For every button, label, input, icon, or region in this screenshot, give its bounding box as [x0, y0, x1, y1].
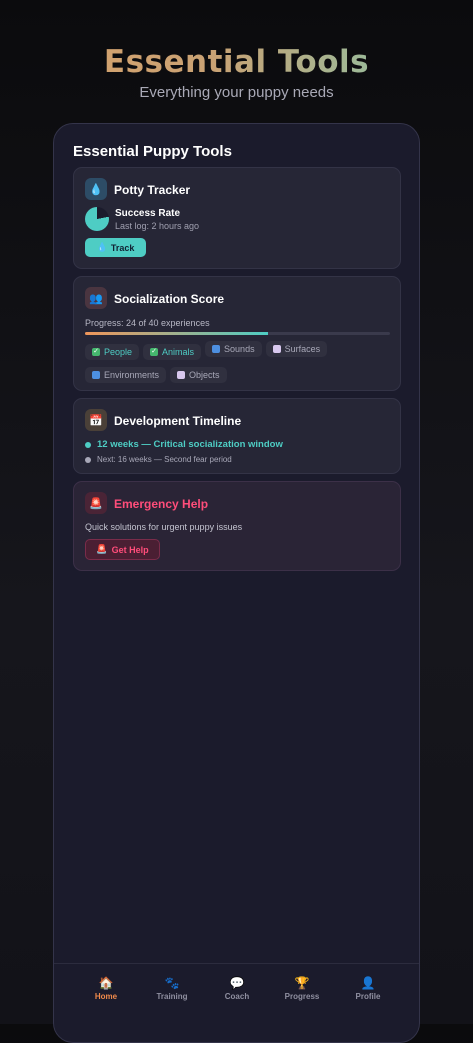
- socialization-progress-bar: [85, 332, 390, 335]
- bottom-nav: 🏠 Home 🐾 Training 💬 Coach 🏆 Progress 👤 Profile: [54, 963, 419, 1023]
- nav-item-progress[interactable]: 🏆 Progress: [272, 976, 332, 1001]
- emergency-help-card: 🚨 Emergency Help Quick solutions for urg…: [73, 481, 401, 571]
- chip-label: Objects: [189, 370, 220, 380]
- nav-label: Home: [94, 992, 118, 1001]
- success-rate-label: Success Rate: [115, 208, 181, 219]
- get-help-button[interactable]: 🚨 Get Help: [85, 539, 160, 560]
- potty-tracker-card: 💧 Potty Tracker Success Rate Last log: 2…: [73, 167, 401, 269]
- timeline-current-text: 12 weeks — Critical socialization window: [97, 439, 283, 450]
- socialization-title: Socialization Score: [114, 292, 225, 306]
- timeline-current-row: 12 weeks — Critical socialization window: [85, 439, 283, 450]
- chat-bubble-icon: 💬: [229, 976, 245, 990]
- get-help-button-label: Get Help: [111, 544, 149, 555]
- development-timeline-card: 📅 Development Timeline 12 weeks — Critic…: [73, 398, 401, 474]
- last-log-text: Last log: 2 hours ago: [115, 221, 200, 231]
- socialization-card: 👥 Socialization Score Progress: 24 of 40…: [73, 276, 401, 391]
- chip-environments[interactable]: Environments: [85, 367, 167, 383]
- chip-label: Environments: [104, 370, 160, 380]
- water-drop-icon: 💧: [96, 242, 108, 252]
- emergency-help-title: Emergency Help: [114, 497, 209, 511]
- experience-chips: ✓ People ✓ Animals Sounds Surfaces Environment…: [85, 340, 395, 389]
- nav-item-coach[interactable]: 💬 Coach: [207, 976, 267, 1001]
- timeline-next-row: Next: 16 weeks — Second fear period: [85, 455, 232, 464]
- home-icon: 🏠: [98, 976, 114, 990]
- nav-item-training[interactable]: 🐾 Training: [142, 976, 202, 1001]
- potty-tracker-title: Potty Tracker: [114, 183, 191, 197]
- timeline-next-text: Next: 16 weeks — Second fear period: [97, 455, 232, 464]
- chip-animals[interactable]: ✓ Animals: [143, 344, 202, 360]
- people-icon: 👥: [85, 287, 107, 309]
- nav-label: Profile: [355, 992, 381, 1001]
- chip-label: Sounds: [224, 344, 255, 354]
- chip-label: People: [104, 347, 133, 357]
- refresh-icon: [92, 371, 100, 379]
- calendar-icon: 📅: [85, 409, 107, 431]
- success-rate-pie: [85, 207, 109, 231]
- nav-label: Progress: [284, 992, 320, 1001]
- nav-item-home[interactable]: 🏠 Home: [76, 976, 136, 1001]
- chip-label: Animals: [162, 347, 195, 357]
- chip-objects[interactable]: Objects: [170, 367, 227, 383]
- hero-subtitle: Everything your puppy needs: [139, 84, 334, 101]
- nav-item-profile[interactable]: 👤 Profile: [338, 976, 398, 1001]
- chip-surfaces[interactable]: Surfaces: [265, 341, 328, 357]
- socialization-progress-text: Progress: 24 of 40 experiences: [85, 318, 210, 328]
- current-dot-icon: [85, 441, 91, 448]
- square-icon: [177, 371, 186, 379]
- siren-icon: 🚨: [96, 544, 108, 554]
- section-title: Essential Puppy Tools: [73, 143, 232, 160]
- water-drop-icon: 💧: [85, 178, 107, 200]
- hero-title: Essential Tools: [0, 44, 473, 80]
- chip-label: Surfaces: [284, 344, 321, 354]
- development-timeline-title: Development Timeline: [114, 414, 242, 428]
- siren-icon: 🚨: [85, 492, 107, 514]
- phone-frame: Essential Puppy Tools 💧 Potty Tracker Su…: [53, 123, 420, 1043]
- square-icon: [272, 345, 281, 353]
- socialization-progress-fill: [85, 332, 268, 335]
- trophy-icon: 🏆: [294, 976, 310, 990]
- paw-icon: 🐾: [164, 976, 180, 990]
- nav-label: Coach: [224, 992, 250, 1001]
- track-button-label: Track: [110, 242, 135, 253]
- track-button[interactable]: 💧 Track: [85, 238, 146, 257]
- check-icon: ✓: [150, 348, 159, 356]
- check-icon: ✓: [92, 348, 100, 356]
- refresh-icon: [212, 345, 221, 353]
- chip-people[interactable]: ✓ People: [85, 344, 140, 360]
- next-dot-icon: [85, 456, 91, 463]
- user-icon: 👤: [360, 976, 376, 990]
- nav-label: Training: [156, 992, 188, 1001]
- emergency-description: Quick solutions for urgent puppy issues: [85, 522, 243, 532]
- chip-sounds[interactable]: Sounds: [205, 341, 262, 357]
